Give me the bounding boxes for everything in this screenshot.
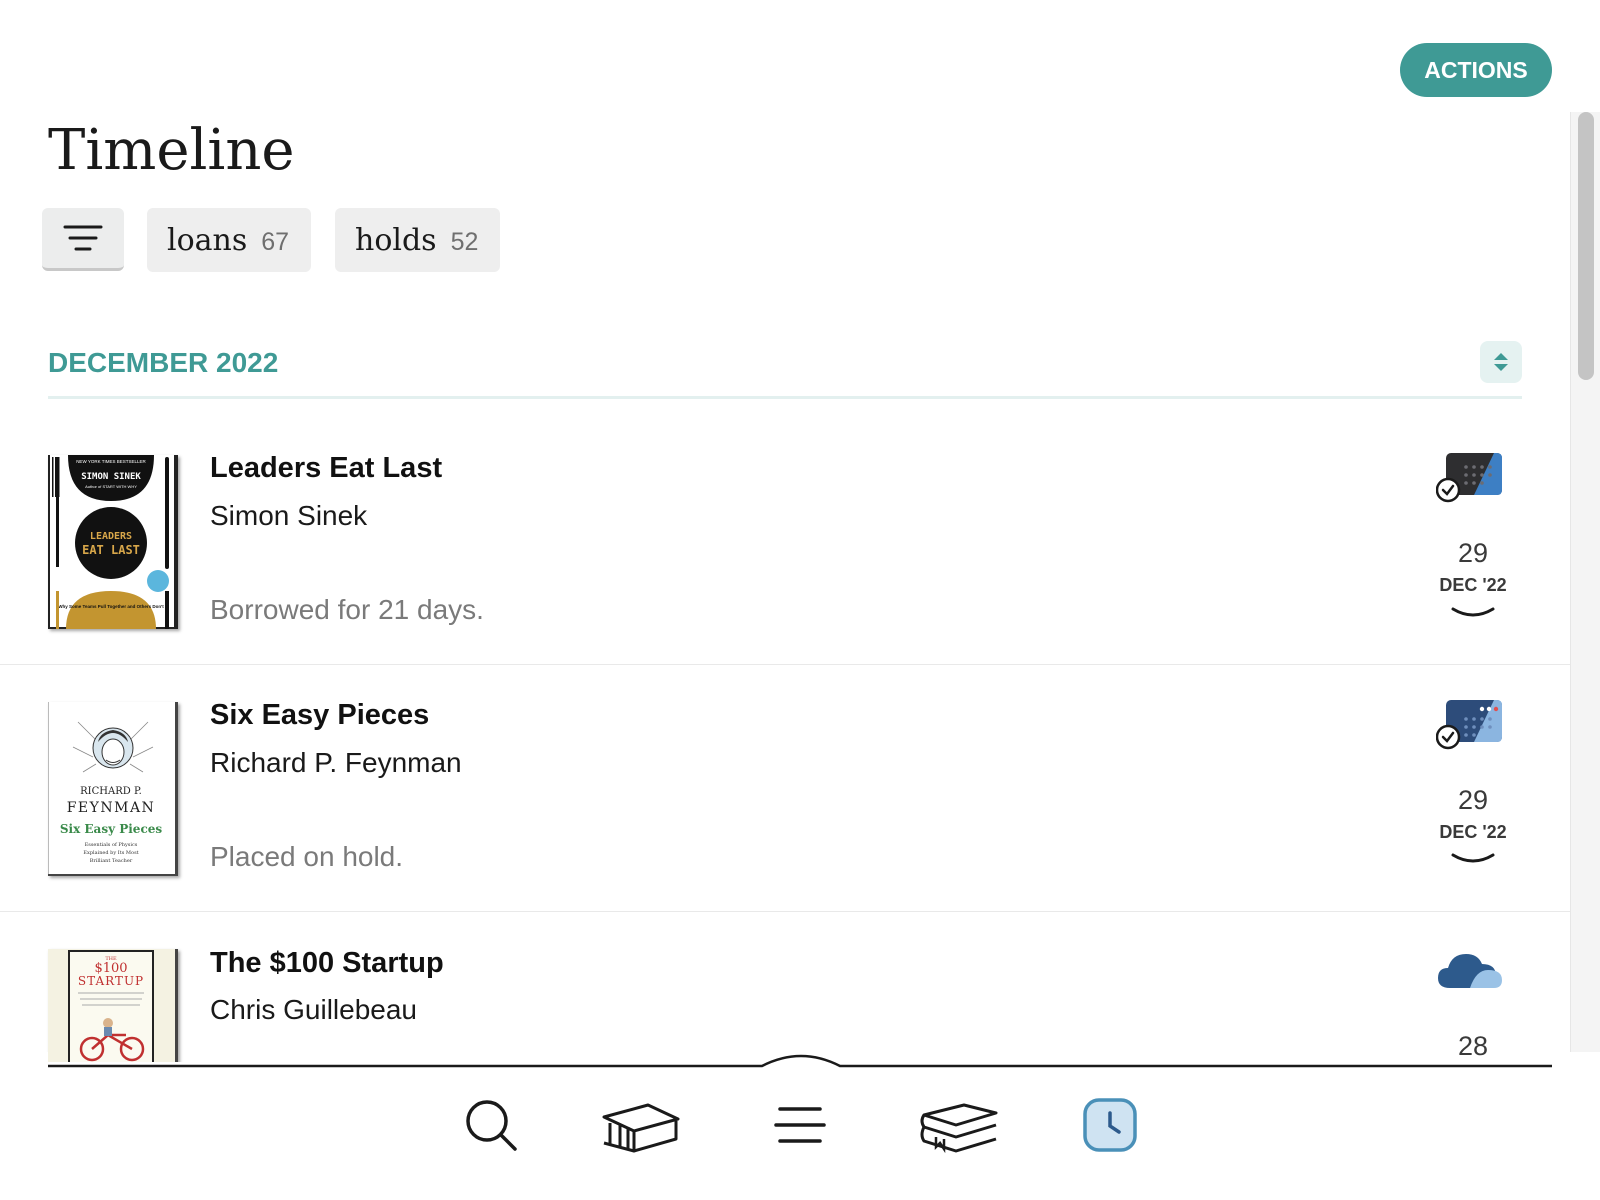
calendar-loan-icon (1436, 453, 1502, 503)
cover-title: Six Easy Pieces (60, 822, 163, 836)
library-icon (602, 1103, 680, 1153)
holds-chip-count: 52 (450, 227, 479, 256)
cover-author-line-2: FEYNMAN (67, 800, 156, 816)
month-collapse-toggle[interactable] (1480, 341, 1522, 383)
event-note: Borrowed for 21 days. (210, 594, 484, 625)
book-author: Richard P. Feynman (210, 747, 462, 778)
nav-bookshelf[interactable] (917, 1092, 1001, 1158)
event-note: Placed on hold. (210, 841, 404, 872)
scrollbar-thumb[interactable] (1578, 112, 1594, 380)
loans-chip-count: 67 (261, 227, 290, 256)
cover-top-text: NEW YORK TIMES BESTSELLER (76, 459, 146, 464)
cloud-icon (1438, 954, 1502, 988)
filter-lines-icon (63, 225, 103, 251)
event-month: DEC '22 (1439, 575, 1507, 595)
cover-tagline: Why Some Teams Pull Together and Others … (58, 604, 164, 609)
month-divider (48, 396, 1522, 399)
event-day: 29 (1457, 785, 1489, 815)
holds-chip-label: holds (355, 222, 437, 258)
event-month: DEC '22 (1439, 822, 1507, 842)
actions-button[interactable]: ACTIONS (1400, 43, 1552, 97)
search-icon (466, 1100, 517, 1151)
menu-icon (774, 1107, 826, 1143)
nav-divider-line (0, 1052, 1600, 1078)
cover-author-line-1: RICHARD P. (80, 786, 142, 797)
cover-title-2: EAT LAST (82, 543, 140, 557)
holds-filter-chip[interactable]: holds 52 (335, 208, 500, 272)
book-title[interactable]: Six Easy Pieces (210, 699, 429, 732)
loans-filter-chip[interactable]: loans 67 (147, 208, 311, 272)
filter-button[interactable] (42, 208, 124, 271)
nav-library[interactable] (599, 1092, 683, 1158)
nav-timeline[interactable] (1068, 1092, 1152, 1158)
book-cover-six-easy-pieces[interactable]: RICHARD P. FEYNMAN Six Easy Pieces Essen… (48, 702, 178, 876)
cover-title-1: LEADERS (90, 531, 132, 542)
cover-sub-text: Author of START WITH WHY (85, 484, 137, 489)
loans-chip-label: loans (167, 222, 248, 258)
cover-sub-3: Brilliant Teacher (90, 858, 133, 864)
cover-sub-1: Essentials of Physics (85, 842, 138, 848)
clock-icon (1083, 1098, 1137, 1152)
chevron-down-icon[interactable] (1450, 605, 1496, 623)
book-cover-100-startup[interactable]: THE $100 STARTUP (48, 949, 178, 1063)
book-title[interactable]: The $100 Startup (210, 947, 444, 980)
nav-menu[interactable] (758, 1092, 842, 1158)
book-cover-leaders-eat-last[interactable]: NEW YORK TIMES BESTSELLER SIMON SINEK Au… (48, 455, 178, 629)
cover-author-text: SIMON SINEK (81, 472, 141, 482)
event-day: 29 (1457, 538, 1489, 568)
book-author: Chris Guillebeau (210, 994, 417, 1025)
collapse-expand-icon (1494, 353, 1508, 371)
calendar-hold-icon (1436, 700, 1502, 750)
month-heading: DECEMBER 2022 (48, 347, 279, 378)
row-divider (0, 911, 1570, 912)
cover-title-3: STARTUP (78, 974, 144, 988)
bookshelf-icon (920, 1103, 998, 1154)
cover-sub-2: Explained by Its Most (83, 850, 138, 856)
book-title[interactable]: Leaders Eat Last (210, 452, 442, 485)
page-title: Timeline (48, 118, 295, 183)
row-divider (0, 664, 1570, 665)
nav-search[interactable] (449, 1092, 533, 1158)
book-author: Simon Sinek (210, 500, 368, 531)
chevron-down-icon[interactable] (1450, 851, 1496, 869)
